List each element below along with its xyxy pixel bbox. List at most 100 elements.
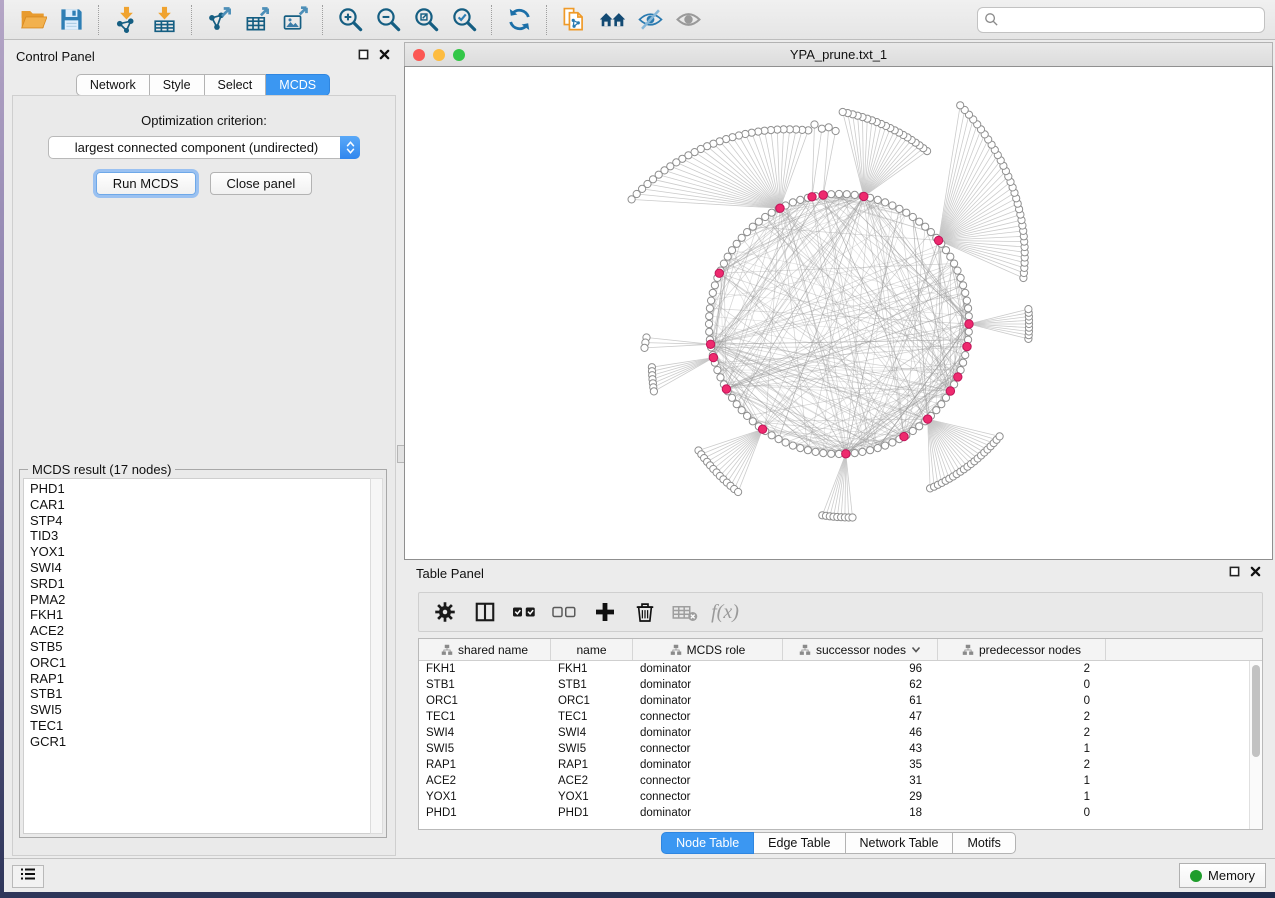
mcds-result-item[interactable]: TID3	[30, 528, 370, 544]
close-panel-button[interactable]: Close panel	[210, 172, 313, 195]
table-row[interactable]: YOX1YOX1connector291	[419, 789, 1249, 805]
mcds-result-item[interactable]: FKH1	[30, 607, 370, 623]
control-panel-float-icon[interactable]	[358, 47, 369, 65]
tab-network[interactable]: Network	[76, 74, 150, 96]
first-neighbors-icon[interactable]	[595, 4, 629, 36]
refresh-icon[interactable]	[502, 4, 536, 36]
mcds-result-item[interactable]: RAP1	[30, 671, 370, 687]
show-all-icon[interactable]	[671, 4, 705, 36]
duplicate-network-icon[interactable]	[557, 4, 591, 36]
mcds-result-item[interactable]: SRD1	[30, 576, 370, 592]
mcds-result-item[interactable]: ACE2	[30, 623, 370, 639]
mcds-result-item[interactable]: ORC1	[30, 655, 370, 671]
cell-successor-nodes: 43	[783, 743, 938, 755]
optimization-value: largest connected component (undirected)	[49, 140, 340, 155]
toolbar-separator	[98, 5, 99, 35]
open-session-icon[interactable]	[16, 4, 50, 36]
delete-column-icon[interactable]	[627, 596, 663, 628]
table-row[interactable]: FKH1FKH1dominator962	[419, 661, 1249, 677]
table-scrollbar[interactable]	[1249, 661, 1262, 829]
mcds-result-item[interactable]: STP4	[30, 513, 370, 529]
tab-mcds[interactable]: MCDS	[266, 74, 330, 96]
cell-successor-nodes: 61	[783, 695, 938, 707]
hide-selected-icon[interactable]	[633, 4, 667, 36]
delete-table-icon[interactable]	[667, 596, 703, 628]
network-view[interactable]	[404, 66, 1273, 560]
table-row[interactable]: RAP1RAP1dominator352	[419, 757, 1249, 773]
mcds-result-item[interactable]: SWI5	[30, 702, 370, 718]
export-network-icon[interactable]	[202, 4, 236, 36]
column-header-successor-nodes[interactable]: successor nodes	[783, 639, 938, 660]
mcds-result-item[interactable]: PHD1	[30, 481, 370, 497]
export-image-icon[interactable]	[278, 4, 312, 36]
tab-network-table[interactable]: Network Table	[846, 832, 954, 854]
import-table-icon[interactable]	[147, 4, 181, 36]
table-panel-close-icon[interactable]	[1250, 564, 1261, 582]
tab-node-table[interactable]: Node Table	[661, 832, 754, 854]
zoom-fit-icon[interactable]	[409, 4, 443, 36]
cell-successor-nodes: 35	[783, 759, 938, 771]
import-network-icon[interactable]	[109, 4, 143, 36]
optimization-select[interactable]: largest connected component (undirected)	[48, 136, 360, 159]
mcds-result-item[interactable]: STB1	[30, 686, 370, 702]
tab-select[interactable]: Select	[205, 74, 267, 96]
column-header-predecessor-nodes[interactable]: predecessor nodes	[938, 639, 1106, 660]
table-panel-float-icon[interactable]	[1229, 564, 1240, 582]
function-builder-icon[interactable]: f(x)	[707, 596, 743, 628]
mcds-result-item[interactable]: GCR1	[30, 734, 370, 750]
sort-desc-icon	[911, 646, 921, 653]
column-header-shared-name[interactable]: shared name	[419, 639, 551, 660]
cell-predecessor-nodes: 2	[938, 727, 1106, 739]
column-header-mcds-role[interactable]: MCDS role	[633, 639, 783, 660]
tab-edge-table[interactable]: Edge Table	[754, 832, 845, 854]
table-row[interactable]: PHD1PHD1dominator180	[419, 805, 1249, 821]
window-zoom-icon[interactable]	[453, 49, 465, 61]
column-header-icon	[799, 644, 811, 656]
tab-style[interactable]: Style	[150, 74, 205, 96]
mcds-result-item[interactable]: TEC1	[30, 718, 370, 734]
cell-successor-nodes: 31	[783, 775, 938, 787]
table-row[interactable]: ORC1ORC1dominator610	[419, 693, 1249, 709]
tab-motifs[interactable]: Motifs	[953, 832, 1015, 854]
mcds-result-item[interactable]: PMA2	[30, 592, 370, 608]
mcds-result-item[interactable]: CAR1	[30, 497, 370, 513]
window-close-icon[interactable]	[413, 49, 425, 61]
select-all-icon[interactable]	[507, 596, 543, 628]
table-row[interactable]: STB1STB1dominator620	[419, 677, 1249, 693]
export-table-icon[interactable]	[240, 4, 274, 36]
mcds-result-item[interactable]: SWI4	[30, 560, 370, 576]
window-minimize-icon[interactable]	[433, 49, 445, 61]
cell-name: YOX1	[551, 791, 633, 803]
deselect-all-icon[interactable]	[547, 596, 583, 628]
table-scrollbar-thumb[interactable]	[1252, 665, 1260, 757]
table-row[interactable]: ACE2ACE2connector311	[419, 773, 1249, 789]
cell-name: SWI4	[551, 727, 633, 739]
memory-button[interactable]: Memory	[1179, 863, 1266, 888]
columns-icon[interactable]	[467, 596, 503, 628]
toolbar-separator	[546, 5, 547, 35]
mcds-result-item[interactable]: YOX1	[30, 544, 370, 560]
cell-successor-nodes: 62	[783, 679, 938, 691]
control-panel-close-icon[interactable]	[379, 47, 390, 65]
table-panel: Table Panel f(x) shared namenameMCDS rol…	[402, 560, 1275, 858]
table-row[interactable]: TEC1TEC1connector472	[419, 709, 1249, 725]
search-input[interactable]	[977, 7, 1265, 33]
cell-shared-name: RAP1	[419, 759, 551, 771]
table-row[interactable]: SWI5SWI5connector431	[419, 741, 1249, 757]
mcds-result-item[interactable]: STB5	[30, 639, 370, 655]
add-column-icon[interactable]	[587, 596, 623, 628]
run-mcds-button[interactable]: Run MCDS	[96, 172, 196, 195]
column-header-name[interactable]: name	[551, 639, 633, 660]
zoom-selected-icon[interactable]	[447, 4, 481, 36]
toolbar-separator	[322, 5, 323, 35]
table-row[interactable]: SWI4SWI4dominator462	[419, 725, 1249, 741]
zoom-in-icon[interactable]	[333, 4, 367, 36]
mcds-result-scrollbar[interactable]	[370, 478, 383, 834]
settings-icon[interactable]	[427, 596, 463, 628]
cell-mcds-role: dominator	[633, 807, 783, 819]
save-session-icon[interactable]	[54, 4, 88, 36]
cell-mcds-role: dominator	[633, 695, 783, 707]
zoom-out-icon[interactable]	[371, 4, 405, 36]
panel-menu-button[interactable]	[12, 865, 44, 888]
cell-predecessor-nodes: 0	[938, 679, 1106, 691]
